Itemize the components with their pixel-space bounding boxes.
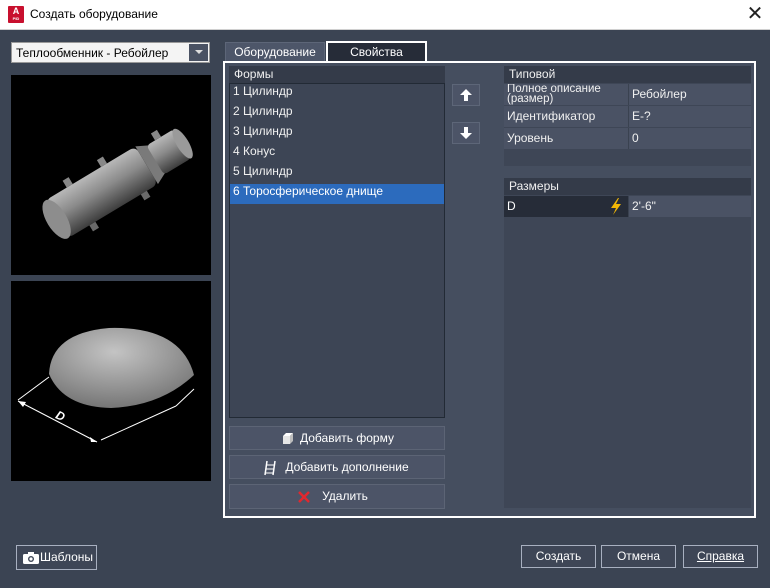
list-item-selected[interactable]: 6 Торосферическое днище — [230, 184, 444, 204]
torispherical-head-image — [17, 327, 195, 443]
property-value[interactable]: Ребойлер — [628, 84, 751, 105]
property-row[interactable]: Полное описание (размер) Ребойлер — [504, 84, 751, 106]
shapes-list[interactable]: 1 Цилиндр 2 Цилиндр 3 Цилиндр 4 Конус 5 … — [229, 83, 445, 418]
list-item[interactable]: 3 Цилиндр — [230, 124, 444, 144]
ladder-icon — [264, 460, 276, 476]
equipment-3d-preview — [11, 75, 211, 275]
tab-properties[interactable]: Свойства — [326, 41, 427, 63]
arrow-up-icon — [460, 89, 472, 101]
list-item[interactable]: 1 Цилиндр — [230, 84, 444, 104]
window-title: Создать оборудование — [30, 7, 158, 21]
close-icon[interactable]: ✕ — [746, 4, 764, 24]
cube-icon — [283, 433, 293, 444]
equipment-type-value: Теплообменник - Ребойлер — [16, 46, 169, 60]
lightning-icon[interactable] — [608, 198, 624, 215]
list-item[interactable]: 5 Цилиндр — [230, 164, 444, 184]
delete-button[interactable]: Удалить — [229, 484, 445, 509]
move-down-button[interactable] — [452, 122, 480, 144]
help-button[interactable]: Справка — [683, 545, 758, 568]
autocad-app-icon: A PID — [8, 6, 24, 23]
cancel-button[interactable]: Отмена — [601, 545, 676, 568]
add-shape-button[interactable]: Добавить форму — [229, 426, 445, 450]
arrow-down-icon — [460, 127, 472, 139]
shape-preview: D — [11, 281, 211, 481]
shapes-header: Формы — [229, 66, 445, 83]
property-label: Уровень — [504, 128, 628, 149]
add-shape-label: Добавить форму — [300, 431, 394, 445]
property-row[interactable]: Уровень 0 — [504, 128, 751, 150]
property-label: Идентификатор — [504, 106, 628, 127]
list-item[interactable]: 4 Конус — [230, 144, 444, 164]
equipment-type-dropdown[interactable]: Теплообменник - Ребойлер — [11, 42, 210, 63]
list-item[interactable]: 2 Цилиндр — [230, 104, 444, 124]
chevron-down-icon[interactable] — [189, 44, 208, 61]
add-addition-button[interactable]: Добавить дополнение — [229, 455, 445, 479]
tab-equipment[interactable]: Оборудование — [225, 42, 325, 62]
delete-x-icon — [298, 491, 310, 503]
camera-icon — [23, 552, 39, 564]
move-up-button[interactable] — [452, 84, 480, 106]
property-value[interactable]: E-? — [628, 106, 751, 127]
property-value[interactable]: 0 — [628, 128, 751, 149]
typical-header: Типовой — [504, 66, 751, 83]
templates-label: Шаблоны — [39, 550, 94, 564]
property-row[interactable]: Идентификатор E-? — [504, 106, 751, 128]
dimensions-group — [504, 178, 751, 508]
delete-label: Удалить — [322, 489, 368, 503]
title-bar: A PID Создать оборудование ✕ — [0, 0, 770, 30]
reboiler-model-image — [42, 128, 193, 239]
property-label: Полное описание (размер) — [504, 84, 628, 105]
dimension-row[interactable]: D 2'-6" — [504, 196, 751, 218]
dimension-value[interactable]: 2'-6" — [628, 196, 751, 217]
create-button[interactable]: Создать — [521, 545, 596, 568]
templates-button[interactable]: Шаблоны — [16, 545, 97, 570]
add-addition-label: Добавить дополнение — [285, 460, 409, 474]
dimensions-header: Размеры — [504, 178, 751, 195]
